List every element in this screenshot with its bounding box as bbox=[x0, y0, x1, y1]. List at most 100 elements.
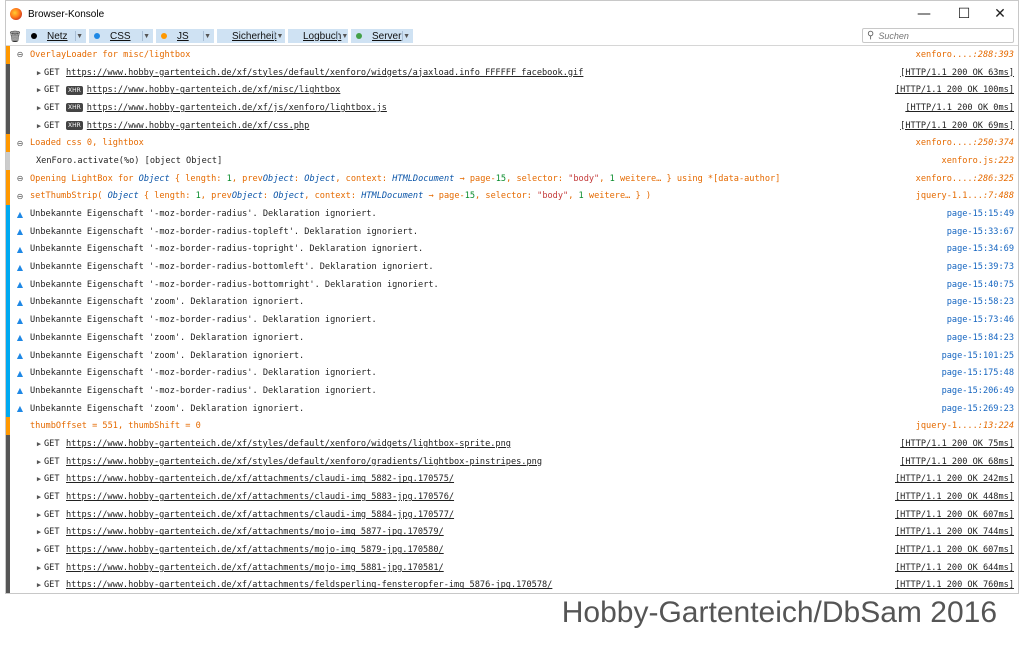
expand-arrow-icon[interactable]: ▶ bbox=[34, 581, 44, 589]
filter-sicherheit[interactable]: Sicherheit ▼ bbox=[217, 29, 285, 43]
info-icon: ⊖ bbox=[16, 50, 24, 60]
request-status[interactable]: [HTTP/1.1 200 OK 760ms] bbox=[895, 577, 1014, 593]
filter-logbuch[interactable]: Logbuch ▼ bbox=[288, 29, 348, 43]
close-button[interactable]: ✕ bbox=[982, 1, 1018, 27]
source-link[interactable]: jquery-1.1...:7:488 bbox=[916, 188, 1014, 206]
dropdown-arrow-icon[interactable]: ▼ bbox=[276, 33, 283, 40]
dropdown-arrow-icon[interactable]: ▼ bbox=[341, 33, 348, 40]
log-message: setThumbStrip( Object { length: 1, prevO… bbox=[30, 191, 651, 202]
row-gutter bbox=[6, 417, 10, 436]
log-row: ⊖ Loaded css 0, lightbox xenforo....:250:3… bbox=[6, 134, 1018, 153]
source-link[interactable]: page-15:175:48 bbox=[942, 364, 1014, 382]
trash-icon[interactable]: 🗑 bbox=[8, 30, 22, 43]
request-url[interactable]: https://www.hobby-gartenteich.de/xf/css.… bbox=[87, 121, 309, 131]
row-gutter bbox=[6, 470, 10, 489]
request-method: GET bbox=[44, 438, 60, 449]
log-row: ▲ Unbekannte Eigenschaft 'zoom'. Deklarat… bbox=[6, 329, 1018, 347]
source-link[interactable]: xenforo.js:223 bbox=[942, 152, 1014, 170]
source-link[interactable]: page-15:84:23 bbox=[947, 329, 1014, 347]
dropdown-arrow-icon[interactable]: ▼ bbox=[204, 33, 211, 40]
search-box[interactable]: ⚲ bbox=[862, 28, 1014, 43]
request-url[interactable]: https://www.hobby-gartenteich.de/xf/styl… bbox=[66, 457, 542, 467]
log-row: ▲ Unbekannte Eigenschaft '-moz-border-rad… bbox=[6, 382, 1018, 400]
request-url[interactable]: https://www.hobby-gartenteich.de/xf/misc… bbox=[87, 85, 341, 95]
request-status[interactable]: [HTTP/1.1 200 OK 448ms] bbox=[895, 488, 1014, 506]
request-status[interactable]: [HTTP/1.1 200 OK 100ms] bbox=[895, 81, 1014, 99]
log-row: ▶ GET https://www.hobby-gartenteich.de/xf/… bbox=[6, 523, 1018, 542]
expand-arrow-icon[interactable]: ▶ bbox=[34, 475, 44, 483]
log-row: ▶ GET https://www.hobby-gartenteich.de/xf/… bbox=[6, 488, 1018, 506]
expand-arrow-icon[interactable]: ▶ bbox=[34, 104, 44, 112]
request-url[interactable]: https://www.hobby-gartenteich.de/xf/atta… bbox=[66, 580, 552, 590]
request-status[interactable]: [HTTP/1.1 200 OK 63ms] bbox=[900, 64, 1014, 82]
source-link[interactable]: jquery-1....:13:224 bbox=[916, 417, 1014, 435]
source-link[interactable]: page-15:206:49 bbox=[942, 382, 1014, 400]
expand-arrow-icon[interactable]: ▶ bbox=[34, 86, 44, 94]
source-link[interactable]: page-15:33:67 bbox=[947, 223, 1014, 241]
dropdown-arrow-icon[interactable]: ▼ bbox=[403, 33, 410, 40]
filter-dot-icon bbox=[161, 33, 167, 39]
source-position: :223 bbox=[993, 155, 1014, 166]
source-link[interactable]: page-15:39:73 bbox=[947, 258, 1014, 276]
request-status[interactable]: [HTTP/1.1 200 OK 69ms] bbox=[900, 117, 1014, 135]
source-link[interactable]: page-15:269:23 bbox=[942, 400, 1014, 418]
expand-arrow-icon[interactable]: ▶ bbox=[34, 69, 44, 77]
request-status[interactable]: [HTTP/1.1 200 OK 644ms] bbox=[895, 559, 1014, 577]
request-url[interactable]: https://www.hobby-gartenteich.de/xf/atta… bbox=[66, 510, 454, 520]
request-url[interactable]: https://www.hobby-gartenteich.de/xf/atta… bbox=[66, 474, 454, 484]
expand-arrow-icon[interactable]: ▶ bbox=[34, 493, 44, 501]
log-row: thumbOffset = 551, thumbShift = 0 jquery-… bbox=[6, 417, 1018, 436]
minimize-button[interactable]: — bbox=[906, 1, 942, 27]
console-log: ⊖ OverlayLoader for misc/lightbox xenforo.… bbox=[6, 46, 1018, 593]
source-link[interactable]: page-15:101:25 bbox=[942, 347, 1014, 365]
dropdown-arrow-icon[interactable]: ▼ bbox=[76, 33, 83, 40]
filter-js[interactable]: JS ▼ bbox=[156, 29, 214, 43]
title-bar: Browser-Konsole — ☐ ✕ bbox=[6, 1, 1018, 27]
expand-arrow-icon[interactable]: ▶ bbox=[34, 564, 44, 572]
request-url[interactable]: https://www.hobby-gartenteich.de/xf/atta… bbox=[66, 545, 444, 555]
source-position: :7:488 bbox=[982, 191, 1014, 202]
source-link[interactable]: page-15:15:49 bbox=[947, 205, 1014, 223]
row-gutter bbox=[6, 152, 10, 170]
source-link[interactable]: xenforo....:250:374 bbox=[916, 134, 1014, 152]
dropdown-arrow-icon[interactable]: ▼ bbox=[143, 33, 150, 40]
source-link[interactable]: page-15:40:75 bbox=[947, 276, 1014, 294]
search-input[interactable] bbox=[878, 30, 999, 41]
expand-arrow-icon[interactable]: ▶ bbox=[34, 511, 44, 519]
request-url[interactable]: https://www.hobby-gartenteich.de/xf/atta… bbox=[66, 527, 444, 537]
request-url[interactable]: https://www.hobby-gartenteich.de/xf/styl… bbox=[66, 439, 511, 449]
warning-icon: ▲ bbox=[16, 262, 24, 272]
source-link[interactable]: xenforo....:288:393 bbox=[916, 46, 1014, 64]
request-url[interactable]: https://www.hobby-gartenteich.de/xf/styl… bbox=[66, 68, 583, 78]
request-status[interactable]: [HTTP/1.1 200 OK 242ms] bbox=[895, 471, 1014, 489]
expand-arrow-icon[interactable]: ▶ bbox=[34, 528, 44, 536]
expand-arrow-icon[interactable]: ▶ bbox=[34, 122, 44, 130]
request-status[interactable]: [HTTP/1.1 200 OK 744ms] bbox=[895, 524, 1014, 542]
source-link[interactable]: page-15:73:46 bbox=[947, 311, 1014, 329]
row-gutter bbox=[6, 435, 10, 453]
request-status[interactable]: [HTTP/1.1 200 OK 68ms] bbox=[900, 453, 1014, 471]
log-message: Unbekannte Eigenschaft 'zoom'. Deklarati… bbox=[30, 403, 305, 414]
source-link[interactable]: page-15:34:69 bbox=[947, 241, 1014, 259]
maximize-button[interactable]: ☐ bbox=[946, 1, 982, 27]
filter-css[interactable]: CSS ▼ bbox=[89, 29, 153, 43]
request-url[interactable]: https://www.hobby-gartenteich.de/xf/js/x… bbox=[87, 103, 387, 113]
request-url[interactable]: https://www.hobby-gartenteich.de/xf/atta… bbox=[66, 563, 444, 573]
log-row: ▶ GET XHR https://www.hobby-gartenteich.de/… bbox=[6, 81, 1018, 100]
filter-netz[interactable]: Netz ▼ bbox=[26, 29, 86, 43]
request-method: GET bbox=[44, 509, 60, 520]
source-link[interactable]: xenforo....:286:325 bbox=[916, 170, 1014, 188]
request-status[interactable]: [HTTP/1.1 200 OK 607ms] bbox=[895, 506, 1014, 524]
request-status[interactable]: [HTTP/1.1 200 OK 0ms] bbox=[905, 99, 1014, 117]
expand-arrow-icon[interactable]: ▶ bbox=[34, 458, 44, 466]
request-url[interactable]: https://www.hobby-gartenteich.de/xf/atta… bbox=[66, 492, 454, 502]
filter-dot-icon bbox=[94, 33, 100, 39]
info-icon: ⊖ bbox=[16, 174, 24, 184]
expand-arrow-icon[interactable]: ▶ bbox=[34, 546, 44, 554]
request-status[interactable]: [HTTP/1.1 200 OK 607ms] bbox=[895, 541, 1014, 559]
expand-arrow-icon[interactable]: ▶ bbox=[34, 440, 44, 448]
log-row: XenForo.activate(%o) [object Object] xenf… bbox=[6, 152, 1018, 170]
request-status[interactable]: [HTTP/1.1 200 OK 75ms] bbox=[900, 435, 1014, 453]
source-link[interactable]: page-15:58:23 bbox=[947, 294, 1014, 312]
filter-server[interactable]: Server ▼ bbox=[351, 29, 413, 43]
